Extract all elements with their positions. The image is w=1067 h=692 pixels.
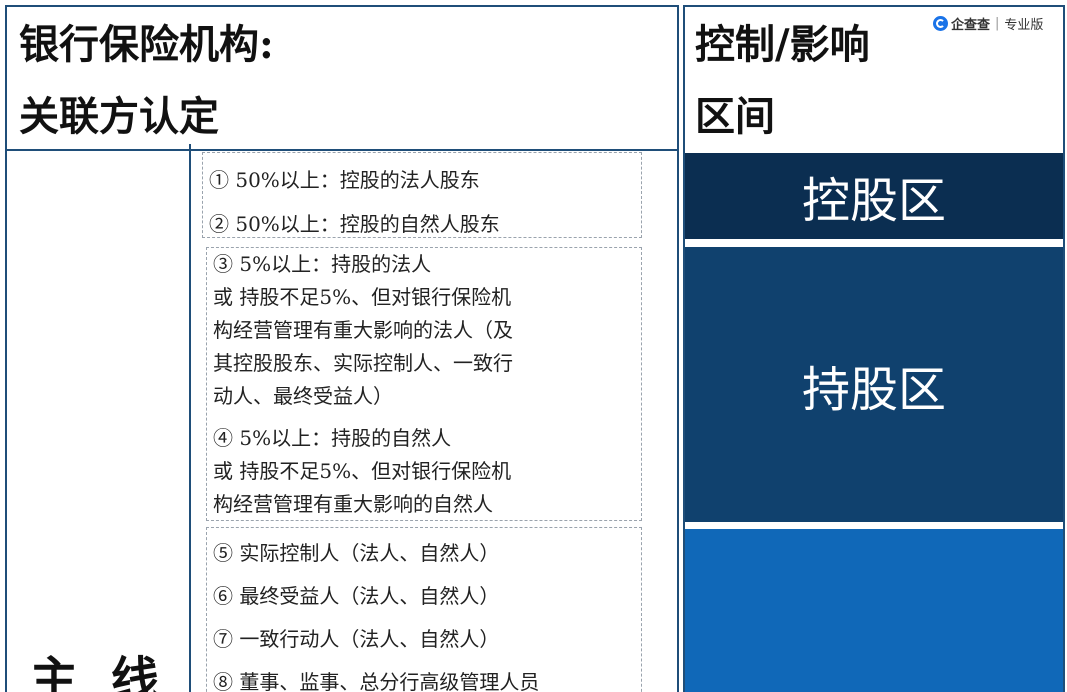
list-item: ③ 5%以上：持股的法人	[213, 252, 432, 276]
list-item: 或 持股不足5%、但对银行保险机	[213, 285, 512, 309]
list-item: 构经营管理有重大影响的自然人	[213, 492, 493, 516]
relation-title-line1: 银行保险机构:	[19, 21, 274, 68]
list-item: 动人、最终受益人）	[213, 384, 393, 408]
zone-title-line2: 区间	[695, 93, 775, 140]
list-item: ⑧ 董事、监事、总分行高级管理人员	[213, 670, 540, 692]
list-item: ⑥ 最终受益人（法人、自然人）	[213, 584, 500, 608]
column-divider	[189, 144, 191, 692]
list-item: ① 50%以上：控股的法人股东	[209, 168, 480, 192]
list-item: 其控股股东、实际控制人、一致行	[213, 351, 513, 375]
list-item: ④ 5%以上：持股的自然人	[213, 426, 452, 450]
watermark-name: 企查查	[951, 18, 991, 33]
list-item: ⑦ 一致行动人（法人、自然人）	[213, 627, 500, 651]
group-control-persons: ⑤ 实际控制人（法人、自然人） ⑥ 最终受益人（法人、自然人） ⑦ 一致行动人（…	[206, 527, 642, 692]
list-item: 或 持股不足5%、但对银行保险机	[213, 459, 512, 483]
relation-title-block: 银行保险机构: 关联方认定	[7, 7, 677, 151]
main-line-label: 主 线	[30, 652, 167, 692]
zone-controlling: 控股区	[685, 153, 1063, 239]
list-item: 构经营管理有重大影响的法人（及	[213, 318, 513, 342]
qichacha-logo-icon	[933, 16, 948, 31]
relation-title-line2: 关联方认定	[19, 93, 219, 140]
group-shareholding: ③ 5%以上：持股的法人 或 持股不足5%、但对银行保险机 构经营管理有重大影响…	[206, 247, 642, 521]
watermark-edition: 专业版	[1004, 18, 1044, 33]
watermark: 企查查 | 专业版	[933, 14, 1043, 33]
watermark-separator: |	[995, 16, 1000, 31]
group-controlling-shareholders: ① 50%以上：控股的法人股东 ② 50%以上：控股的自然人股东	[202, 152, 642, 238]
zone-other	[685, 529, 1063, 692]
zone-title-line1: 控制/影响	[695, 21, 870, 68]
list-item: ② 50%以上：控股的自然人股东	[209, 212, 500, 236]
list-item: ⑤ 实际控制人（法人、自然人）	[213, 541, 500, 565]
zone-shareholding: 持股区	[685, 247, 1063, 522]
